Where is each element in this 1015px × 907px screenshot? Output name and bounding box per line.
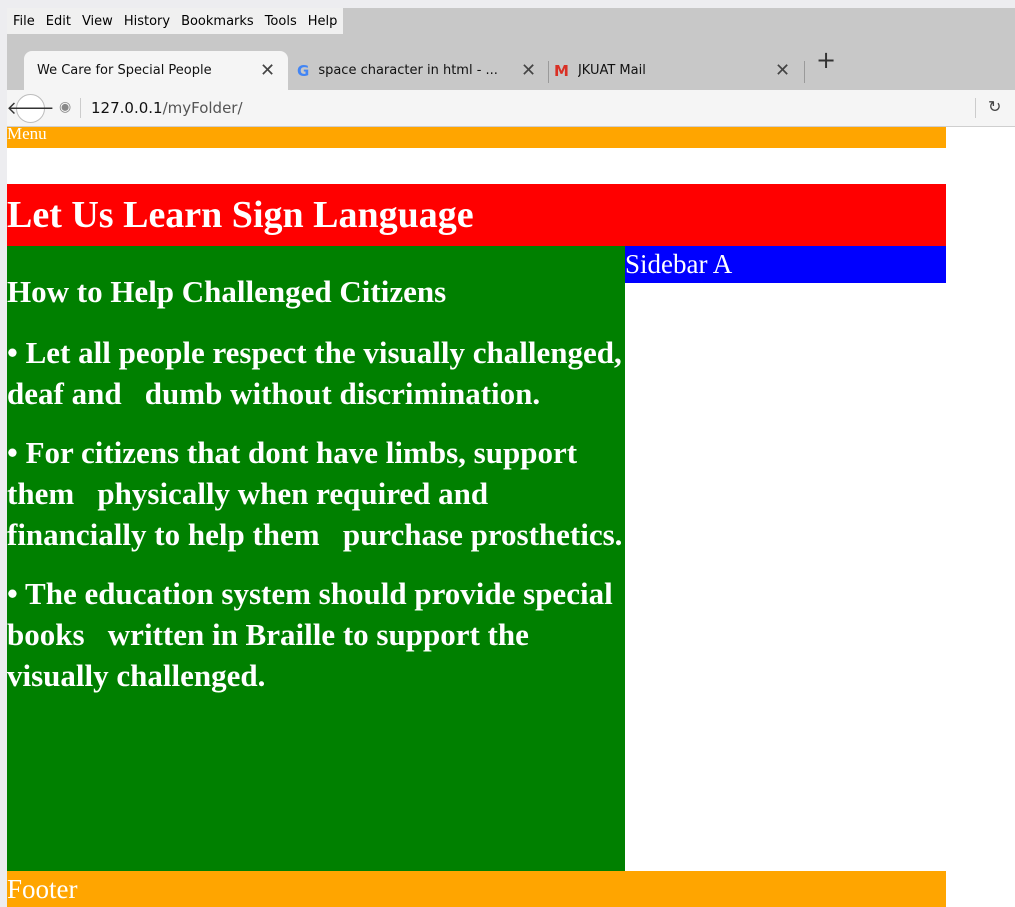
close-icon[interactable]: ✕ — [521, 61, 536, 80]
menu-history[interactable]: History — [124, 14, 170, 29]
navigation-bar: 🡐 ◉ 127.0.0.1/myFolder/ ↻ — [7, 90, 1015, 127]
tab-title: JKUAT Mail — [577, 63, 646, 78]
tab-we-care[interactable]: We Care for Special People ✕ — [24, 51, 288, 90]
back-arrow-icon: 🡐 — [7, 98, 55, 119]
url-host: 127.0.0.1 — [91, 99, 163, 117]
menu-help[interactable]: Help — [308, 14, 338, 29]
close-icon[interactable]: ✕ — [775, 61, 790, 80]
tab-title: We Care for Special People — [37, 63, 212, 78]
tab-title: space character in html - ... — [318, 63, 498, 78]
back-button[interactable]: 🡐 — [7, 94, 55, 123]
paragraph: • The education system should provide sp… — [7, 576, 621, 693]
new-tab-button[interactable]: + — [816, 48, 836, 72]
menu-label: Menu — [7, 127, 47, 143]
url-path: /myFolder/ — [162, 99, 243, 117]
close-icon[interactable]: ✕ — [260, 61, 275, 80]
reload-separator — [975, 98, 976, 118]
menu-items: File Edit View History Bookmarks Tools H… — [7, 8, 344, 34]
menu-bookmarks[interactable]: Bookmarks — [181, 14, 254, 29]
tab-space-character[interactable]: G space character in html - ... ✕ — [297, 51, 547, 90]
main-content: How to Help Challenged Citizens • Let al… — [7, 246, 625, 871]
paragraph: • For citizens that dont have limbs, sup… — [7, 435, 623, 552]
menu-bar: File Edit View History Bookmarks Tools H… — [7, 8, 1015, 34]
tab-strip: We Care for Special People ✕ G space cha… — [7, 34, 1015, 90]
url-bar[interactable]: 127.0.0.1/myFolder/ — [91, 99, 243, 117]
reload-icon[interactable]: ↻ — [988, 97, 1001, 116]
footer-label: Footer — [7, 874, 78, 904]
tab-separator — [804, 61, 805, 83]
site-info-icon[interactable]: ◉ — [59, 99, 71, 115]
google-icon: G — [297, 61, 310, 80]
menu-tools[interactable]: Tools — [265, 14, 297, 29]
url-separator — [80, 98, 81, 118]
menu-strip: Menu — [7, 127, 946, 148]
gmail-icon: M — [554, 61, 569, 80]
header-title: Let Us Learn Sign Language — [7, 194, 474, 236]
main-heading: How to Help Challenged Citizens — [7, 274, 447, 309]
menu-edit[interactable]: Edit — [46, 14, 71, 29]
sidebar-label: Sidebar A — [625, 249, 733, 279]
browser-window: File Edit View History Bookmarks Tools H… — [7, 8, 1015, 907]
page-content: Menu Let Us Learn Sign Language How to H… — [7, 127, 1015, 907]
paragraph: • Let all people respect the visually ch… — [7, 335, 630, 411]
tab-jkuat-mail[interactable]: M JKUAT Mail ✕ — [554, 51, 804, 90]
sidebar-a: Sidebar A — [625, 246, 946, 283]
tab-separator — [548, 61, 549, 83]
menu-view[interactable]: View — [82, 14, 113, 29]
page-footer: Footer — [7, 871, 946, 907]
page-header: Let Us Learn Sign Language — [7, 184, 946, 246]
menu-file[interactable]: File — [13, 14, 35, 29]
